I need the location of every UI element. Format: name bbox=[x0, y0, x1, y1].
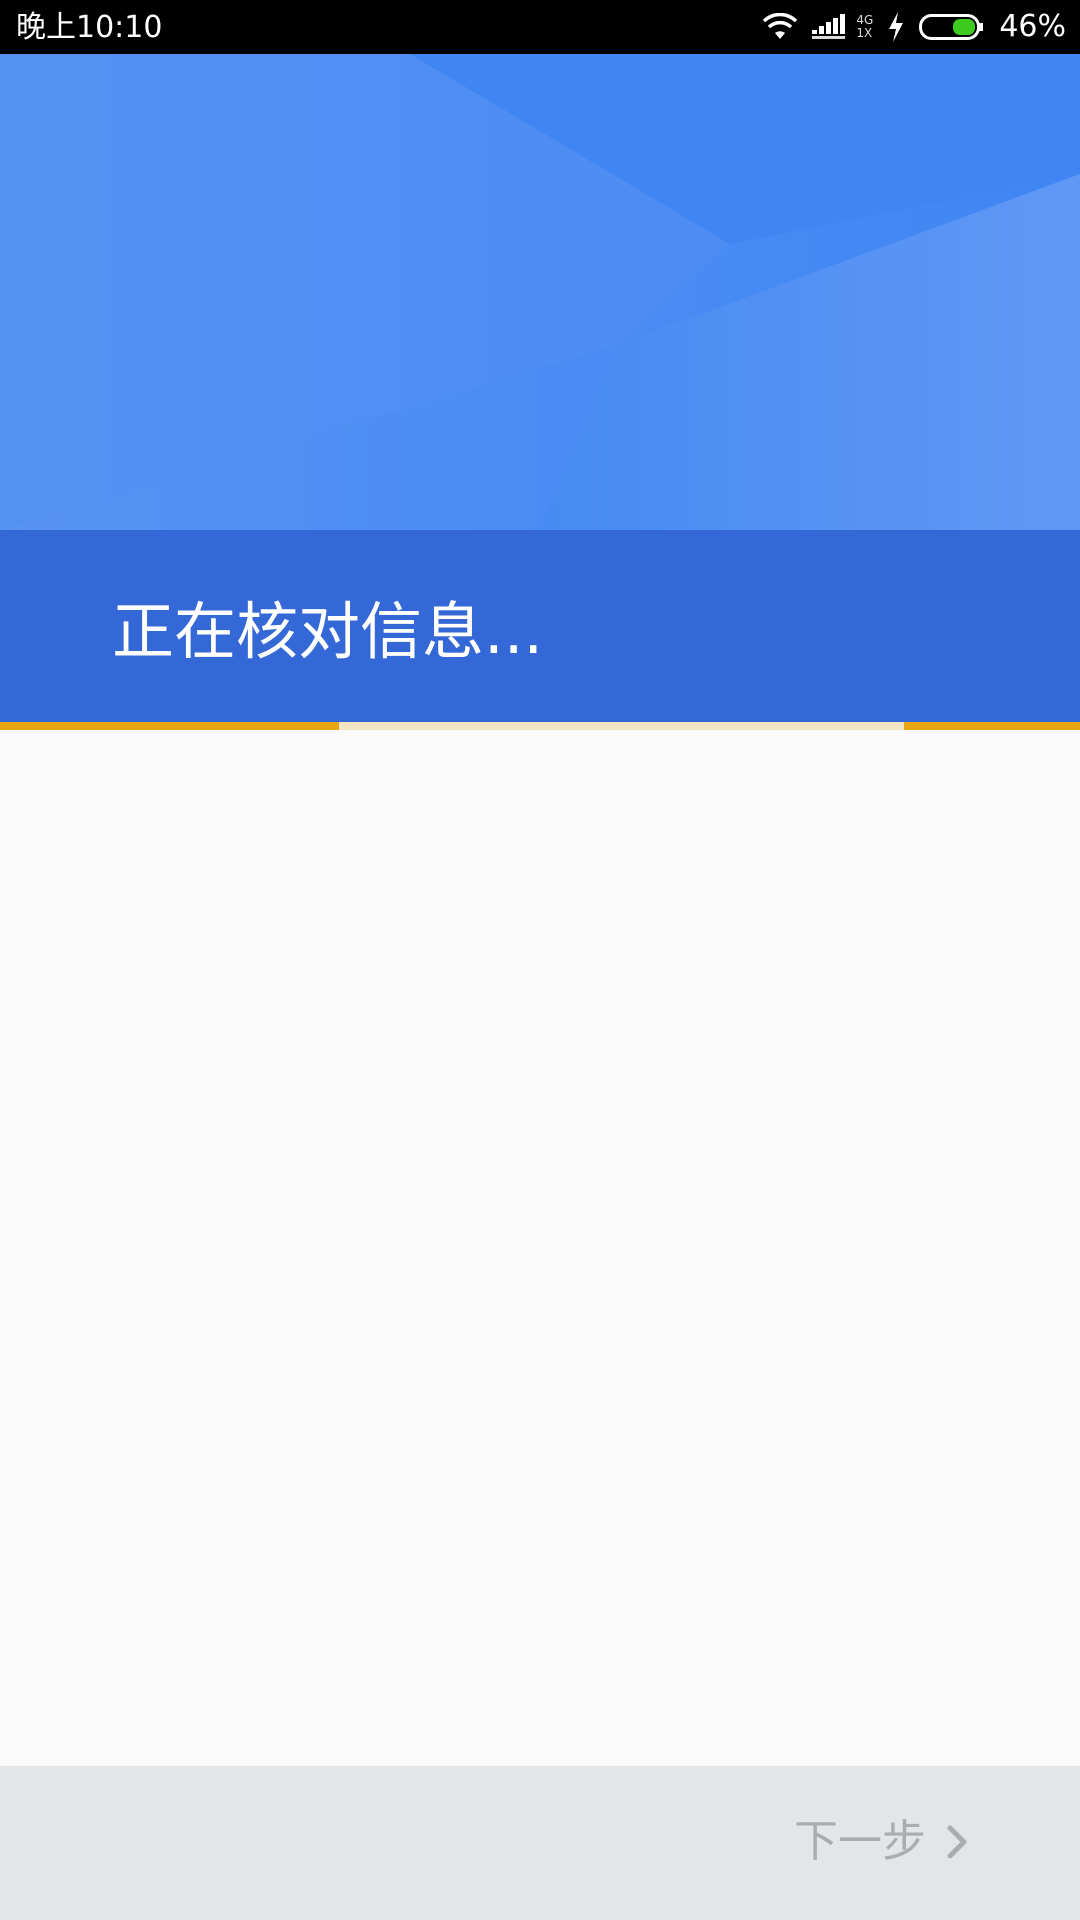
status-time: 晚上10:10 bbox=[16, 10, 163, 45]
progress-segment bbox=[0, 722, 339, 730]
network-type: 4G 1X bbox=[856, 14, 873, 40]
header-hero bbox=[0, 54, 1080, 530]
network-type-bottom: 1X bbox=[856, 26, 873, 40]
status-icons: 4G 1X 46% bbox=[762, 7, 1066, 47]
next-button[interactable]: 下一步 bbox=[794, 1810, 970, 1874]
status-bar: 晚上10:10 4G 1X 46% bbox=[0, 0, 1080, 54]
wifi-icon bbox=[763, 13, 798, 39]
signal-icon bbox=[812, 14, 846, 39]
bottom-bar: 下一步 bbox=[0, 1766, 1080, 1920]
battery-icon bbox=[919, 14, 984, 40]
content-area bbox=[0, 730, 1080, 1766]
header-background-shapes bbox=[0, 54, 1080, 530]
charging-icon bbox=[889, 12, 904, 42]
page-title: 正在核对信息... bbox=[112, 595, 544, 668]
progress-segment bbox=[904, 722, 1080, 730]
chevron-right-icon bbox=[947, 1825, 967, 1859]
battery-percent: 46% bbox=[999, 9, 1066, 44]
progress-bar bbox=[0, 722, 1080, 730]
next-label: 下一步 bbox=[794, 1816, 926, 1867]
